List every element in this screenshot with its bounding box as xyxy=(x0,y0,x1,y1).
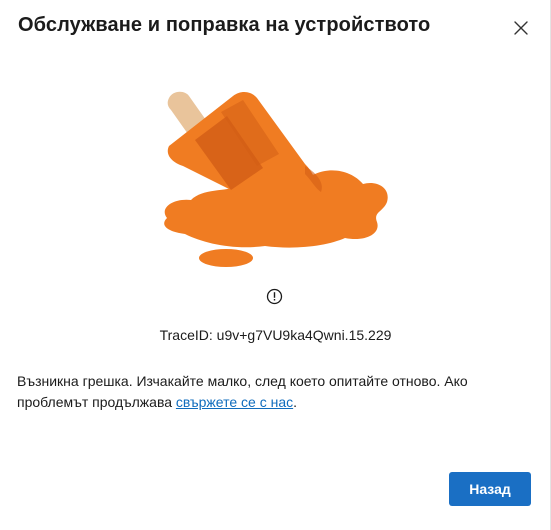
puddle-drop xyxy=(199,249,253,267)
error-message: Възникна грешка. Изчакайте малко, след к… xyxy=(17,371,522,413)
contact-us-link[interactable]: свържете се с нас xyxy=(176,394,293,410)
melted-popsicle-illustration xyxy=(164,91,388,267)
error-message-suffix: . xyxy=(293,394,298,410)
trace-id-text: TraceID: u9v+g7VU9ka4Qwni.15.229 xyxy=(159,327,392,343)
info-icon xyxy=(266,288,283,305)
close-icon xyxy=(514,21,528,35)
error-dialog: Обслужване и поправка на устройството Tr… xyxy=(0,0,551,530)
close-button[interactable] xyxy=(507,14,535,42)
dialog-title: Обслужване и поправка на устройството xyxy=(18,14,431,36)
back-button[interactable]: Назад xyxy=(449,472,531,506)
